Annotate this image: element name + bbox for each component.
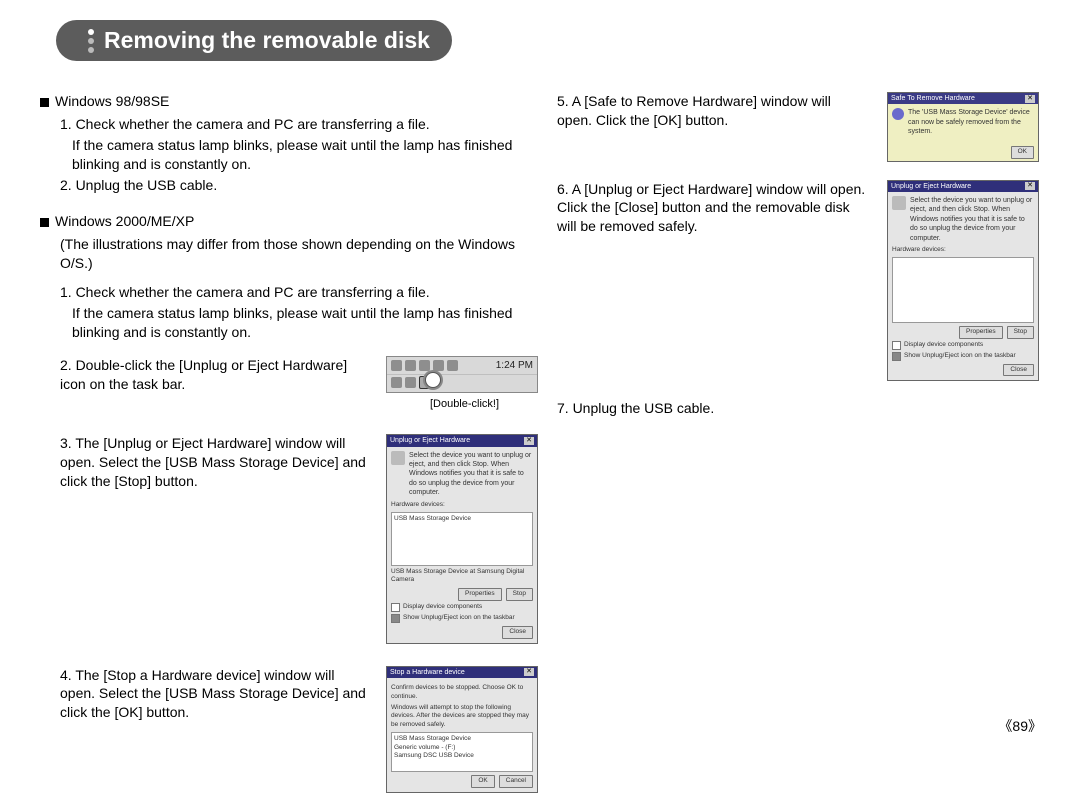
figure-unplug-dialog-2: Unplug or Eject Hardware ✕ Select the dev… <box>887 180 1047 382</box>
cancel-button[interactable]: Cancel <box>499 775 533 788</box>
tray-icon <box>405 360 416 371</box>
unplug-dialog: Unplug or Eject Hardware ✕ Select the dev… <box>887 180 1039 382</box>
figure-taskbar: 1:24 PM [Double-click!] <box>386 356 543 412</box>
cursor-icon <box>425 372 441 388</box>
device-list[interactable] <box>892 257 1034 323</box>
ok-button[interactable]: OK <box>1011 146 1034 159</box>
figure-safe-balloon: Safe To Remove Hardware ✕ The 'USB Mass S… <box>887 92 1047 162</box>
close-button[interactable]: Close <box>502 626 533 639</box>
step-text: 4. The [Stop a Hardware device] window w… <box>60 666 372 723</box>
safe-remove-balloon: Safe To Remove Hardware ✕ The 'USB Mass S… <box>887 92 1039 162</box>
title-dots-icon <box>88 29 94 53</box>
figure-stop-dialog: Stop a Hardware device ✕ Confirm devices … <box>386 666 543 793</box>
page-title: Removing the removable disk <box>56 20 452 61</box>
stop-button[interactable]: Stop <box>506 588 533 601</box>
properties-button[interactable]: Properties <box>959 326 1003 339</box>
section-win98: Windows 98/98SE 1. Check whether the cam… <box>38 92 543 194</box>
ok-button[interactable]: OK <box>471 775 494 788</box>
step-text: If the camera status lamp blinks, please… <box>60 304 543 342</box>
section-note: (The illustrations may differ from those… <box>60 235 543 273</box>
dialog-title: Unplug or Eject Hardware <box>390 436 470 445</box>
eject-icon <box>892 196 906 210</box>
step-text: 5. A [Safe to Remove Hardware] window wi… <box>557 92 869 130</box>
tray-icon <box>405 377 416 388</box>
taskbar-mock: 1:24 PM <box>386 356 538 394</box>
section-heading: Windows 98/98SE <box>40 92 543 111</box>
figure-caption: [Double-click!] <box>386 397 543 412</box>
hardware-label: Hardware devices: <box>892 246 1034 255</box>
page-number: 89 <box>998 716 1042 736</box>
right-column: 5. A [Safe to Remove Hardware] window wi… <box>557 92 1047 811</box>
bullet-square-icon <box>40 218 49 227</box>
figure-unplug-dialog: Unplug or Eject Hardware ✕ Select the dev… <box>386 434 543 643</box>
step-text: 7. Unplug the USB cable. <box>557 399 869 418</box>
dialog-hint: Windows will attempt to stop the followi… <box>391 704 533 730</box>
step-text: 6. A [Unplug or Eject Hardware] window w… <box>557 180 869 237</box>
tray-icon <box>391 377 402 388</box>
close-button[interactable]: Close <box>1003 364 1034 377</box>
unplug-dialog: Unplug or Eject Hardware ✕ Select the dev… <box>386 434 538 643</box>
dialog-hint: Select the device you want to unplug or … <box>910 196 1034 243</box>
stop-dialog: Stop a Hardware device ✕ Confirm devices … <box>386 666 538 793</box>
close-icon[interactable]: ✕ <box>524 668 534 676</box>
balloon-title: Safe To Remove Hardware <box>891 94 975 103</box>
step-text: 2. Unplug the USB cable. <box>60 176 543 195</box>
device-desc: USB Mass Storage Device at Samsung Digit… <box>391 568 533 586</box>
taskbar-clock: 1:24 PM <box>496 359 533 373</box>
step-text: 2. Double-click the [Unplug or Eject Har… <box>60 356 372 394</box>
page-title-text: Removing the removable disk <box>104 27 430 54</box>
device-list[interactable]: USB Mass Storage Device Generic volume -… <box>391 732 533 772</box>
dialog-title: Stop a Hardware device <box>390 668 465 677</box>
step-text: If the camera status lamp blinks, please… <box>60 136 543 174</box>
title-bar: Removing the removable disk <box>38 20 1042 66</box>
balloon-message: The 'USB Mass Storage Device' device can… <box>908 108 1034 136</box>
close-icon[interactable]: ✕ <box>1025 95 1035 103</box>
step-text: 3. The [Unplug or Eject Hardware] window… <box>60 434 372 491</box>
display-components-checkbox[interactable]: Display device components <box>391 603 533 612</box>
eject-icon <box>391 451 405 465</box>
dialog-hint: Select the device you want to unplug or … <box>409 451 533 498</box>
tray-icon <box>419 360 430 371</box>
hardware-label: Hardware devices: <box>391 501 533 510</box>
info-icon <box>892 108 904 120</box>
tray-icon <box>433 360 444 371</box>
close-icon[interactable]: ✕ <box>524 437 534 445</box>
stop-button[interactable]: Stop <box>1007 326 1034 339</box>
section-heading: Windows 2000/ME/XP <box>40 212 543 231</box>
close-icon[interactable]: ✕ <box>1025 182 1035 190</box>
dialog-title: Unplug or Eject Hardware <box>891 182 971 191</box>
show-icon-checkbox[interactable]: Show Unplug/Eject icon on the taskbar <box>391 614 533 623</box>
device-list[interactable]: USB Mass Storage Device <box>391 512 533 566</box>
dialog-hint: Confirm devices to be stopped. Choose OK… <box>391 684 533 702</box>
section-win2000: Windows 2000/ME/XP (The illustrations ma… <box>38 212 543 792</box>
left-column: Windows 98/98SE 1. Check whether the cam… <box>38 92 543 811</box>
content-body: Windows 98/98SE 1. Check whether the cam… <box>38 92 1042 811</box>
step-text: 1. Check whether the camera and PC are t… <box>60 283 543 302</box>
display-components-checkbox[interactable]: Display device components <box>892 341 1034 350</box>
tray-icon <box>391 360 402 371</box>
tray-icon <box>447 360 458 371</box>
step-text: 1. Check whether the camera and PC are t… <box>60 115 543 134</box>
show-icon-checkbox[interactable]: Show Unplug/Eject icon on the taskbar <box>892 352 1034 361</box>
properties-button[interactable]: Properties <box>458 588 502 601</box>
bullet-square-icon <box>40 98 49 107</box>
